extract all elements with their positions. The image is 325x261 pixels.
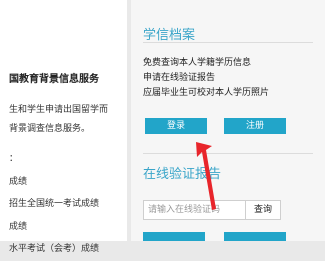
service-item-list: ： 成绩 招生全国统一考试成绩 成绩 水平考试（会考）成绩 [9,148,99,261]
bottom-button-left[interactable] [143,232,205,241]
service-item[interactable]: 成绩 [9,216,99,239]
xuexin-divider [143,42,313,43]
xuexin-link-report[interactable]: 申请在线验证报告 [143,71,269,86]
page: 国教育背景信息服务 生和学生申请出国留学而 背景调查信息服务。 ： 成绩 招生全… [0,0,325,254]
service-description-line: 生和学生申请出国留学而 [9,105,109,115]
login-button[interactable]: 登录 [145,118,207,134]
service-item[interactable]: 招生全国统一考试成绩 [9,193,99,216]
xuexin-title: 学信档案 [143,28,196,43]
right-panel: 学信档案 免费查询本人学籍学历信息 申请在线验证报告 应届毕业生可校对本人学历照… [131,0,325,241]
section-divider [143,153,313,154]
service-description-line: 背景调查信息服务。 [9,124,91,134]
verify-title: 在线验证报告 [143,167,222,182]
verify-code-input[interactable] [143,200,251,220]
service-item[interactable]: 成绩 [9,171,99,194]
service-item: ： [9,154,19,164]
xuexin-link-photo[interactable]: 应届毕业生可校对本人学历照片 [143,86,269,101]
service-description: 生和学生申请出国留学而 背景调查信息服务。 [9,101,108,139]
left-panel: 国教育背景信息服务 生和学生申请出国留学而 背景调查信息服务。 ： 成绩 招生全… [0,0,127,254]
service-item[interactable]: 水平考试（会考）成绩 [9,238,99,261]
xuexin-link-query[interactable]: 免费查询本人学籍学历信息 [143,56,269,71]
service-title: 国教育背景信息服务 [9,74,99,85]
query-button[interactable]: 查询 [245,200,281,220]
bottom-button-right[interactable] [224,232,286,241]
register-button[interactable]: 注册 [224,118,286,134]
xuexin-link-list: 免费查询本人学籍学历信息 申请在线验证报告 应届毕业生可校对本人学历照片 [143,56,269,101]
